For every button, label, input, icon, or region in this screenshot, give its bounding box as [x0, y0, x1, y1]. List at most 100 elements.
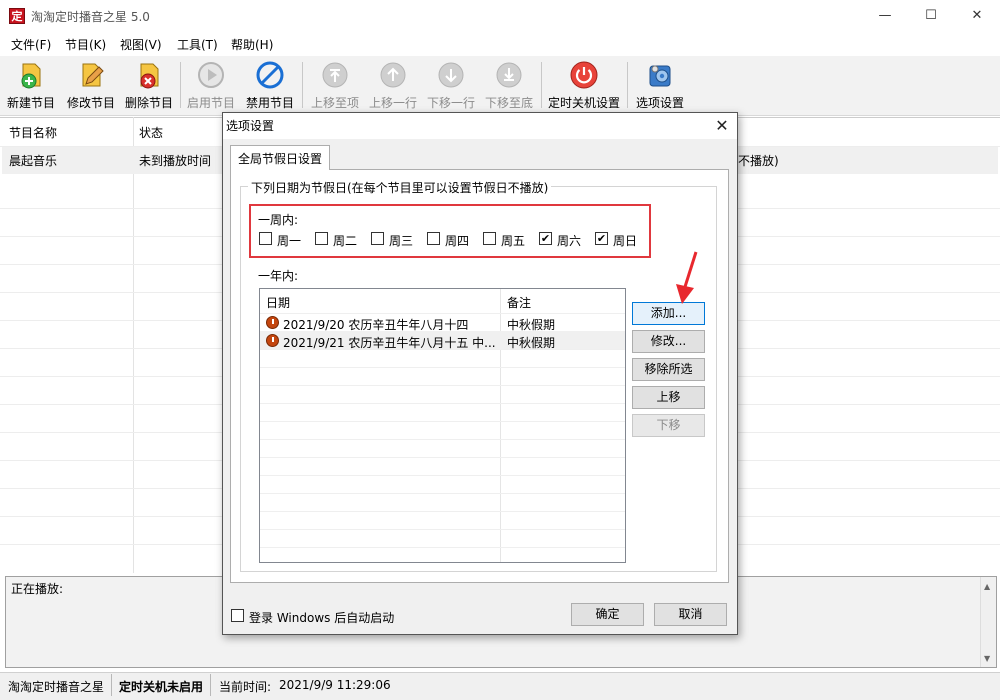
remove-selected-button[interactable]: 移除所选: [632, 358, 705, 381]
move-bottom-button[interactable]: 下移至底: [480, 60, 538, 114]
delete-program-icon: [140, 63, 159, 89]
row-divider: [260, 547, 625, 548]
column-header-date[interactable]: 日期: [266, 294, 290, 311]
annotation-arrow-icon: [676, 251, 698, 304]
checkbox-thursday[interactable]: 周四: [427, 232, 472, 248]
row-divider: [260, 511, 625, 512]
new-program-icon: [21, 63, 41, 89]
menu-tools[interactable]: 工具(T): [177, 36, 218, 53]
row-divider: [260, 421, 625, 422]
menu-view[interactable]: 视图(V): [120, 36, 162, 53]
program-holiday-cell: 不播放): [738, 154, 779, 168]
checkbox-box: [259, 232, 272, 245]
move-down-date-button[interactable]: 下移: [632, 414, 705, 437]
move-up-button[interactable]: 上移一行: [364, 60, 422, 114]
menu-help[interactable]: 帮助(H): [231, 36, 273, 53]
toolbar-separator: [627, 62, 628, 108]
enable-program-icon: [198, 62, 224, 88]
program-status-cell: 未到播放时间: [139, 154, 212, 168]
clock-icon: [266, 316, 279, 329]
app-icon: 定: [9, 8, 25, 24]
checkbox-box: [427, 232, 440, 245]
row-divider: [260, 529, 625, 530]
shutdown-settings-button[interactable]: 定时关机设置: [545, 60, 623, 114]
dialog-title: 选项设置: [226, 119, 275, 133]
checkbox-friday[interactable]: 周五: [483, 232, 528, 248]
column-divider: [133, 117, 134, 573]
column-header-status[interactable]: 状态: [139, 124, 163, 141]
year-label: 一年内:: [258, 269, 299, 283]
row-divider: [260, 457, 625, 458]
row-divider: [260, 403, 625, 404]
row-divider: [260, 385, 625, 386]
delete-program-button[interactable]: 删除节目: [122, 60, 176, 114]
program-name-cell: 晨起音乐: [9, 154, 58, 168]
column-header-name[interactable]: 节目名称: [9, 124, 57, 141]
move-top-button[interactable]: 上移至项: [306, 60, 364, 114]
move-down-button[interactable]: 下移一行: [422, 60, 480, 114]
now-playing-label: 正在播放:: [11, 582, 64, 596]
toolbar-separator: [180, 62, 181, 108]
column-divider: [500, 289, 501, 562]
status-divider: [111, 674, 112, 696]
maximize-button[interactable]: ☐: [908, 0, 954, 32]
checkbox-saturday[interactable]: ✔ 周六: [539, 232, 584, 248]
column-header-note[interactable]: 备注: [507, 294, 531, 311]
row-divider: [260, 313, 625, 314]
checkbox-monday[interactable]: 周一: [259, 232, 304, 248]
new-program-button[interactable]: 新建节目: [4, 60, 58, 114]
close-button[interactable]: ✕: [954, 0, 1000, 32]
dialog-close-button[interactable]: ✕: [708, 114, 736, 138]
scroll-down-icon[interactable]: ▼: [984, 654, 990, 663]
title-bar: [0, 0, 1000, 32]
checkbox-box: [315, 232, 328, 245]
row-divider: [260, 349, 625, 350]
toolbar-separator: [302, 62, 303, 108]
disable-program-button[interactable]: 禁用节目: [243, 60, 297, 114]
ok-button[interactable]: 确定: [571, 603, 644, 626]
edit-program-icon: [82, 63, 104, 87]
note-cell: 中秋假期: [507, 318, 556, 332]
status-time-value: 2021/9/9 11:29:06: [279, 678, 391, 692]
date-cell[interactable]: 2021/9/20 农历辛丑牛年八月十四: [283, 316, 468, 333]
checkmark-icon: ✔: [539, 232, 552, 245]
menu-file[interactable]: 文件(F): [11, 36, 51, 53]
window-title: 淘淘定时播音之星 5.0: [31, 10, 150, 24]
move-up-date-button[interactable]: 上移: [632, 386, 705, 409]
menu-program[interactable]: 节目(K): [65, 36, 106, 53]
clock-icon: [266, 334, 279, 347]
checkbox-wednesday[interactable]: 周三: [371, 232, 416, 248]
checkbox-box: [371, 232, 384, 245]
dialog-title-bar: [223, 113, 737, 139]
checkbox-box: [231, 609, 244, 622]
scroll-up-icon[interactable]: ▲: [984, 582, 990, 591]
group-title: 下列日期为节假日(在每个节目里可以设置节假日不播放): [248, 179, 552, 196]
row-divider: [260, 475, 625, 476]
move-top-icon: [322, 62, 348, 88]
disable-program-icon: [256, 61, 284, 89]
row-divider: [260, 493, 625, 494]
move-down-icon: [438, 62, 464, 88]
tab-label: 全局节假日设置: [238, 152, 323, 166]
move-up-icon: [380, 62, 406, 88]
edit-date-button[interactable]: 修改...: [632, 330, 705, 353]
row-divider: [260, 367, 625, 368]
checkbox-box: [483, 232, 496, 245]
minimize-button[interactable]: —: [862, 0, 908, 32]
enable-program-button[interactable]: 启用节目: [184, 60, 238, 114]
power-icon: [570, 61, 598, 89]
settings-icon: [649, 65, 671, 87]
toolbar-separator: [541, 62, 542, 108]
checkbox-sunday[interactable]: ✔ 周日: [595, 232, 640, 248]
options-button[interactable]: 选项设置: [631, 60, 689, 114]
move-bottom-icon: [496, 62, 522, 88]
cancel-button[interactable]: 取消: [654, 603, 727, 626]
status-app-name: 淘淘定时播音之星: [8, 680, 105, 694]
edit-program-button[interactable]: 修改节目: [64, 60, 118, 114]
checkmark-icon: ✔: [595, 232, 608, 245]
status-shutdown: 定时关机未启用: [119, 680, 204, 694]
autostart-checkbox[interactable]: 登录 Windows 后自动启动: [231, 609, 401, 625]
checkbox-tuesday[interactable]: 周二: [315, 232, 360, 248]
week-label: 一周内:: [258, 213, 299, 227]
highlight-box: [249, 204, 651, 258]
